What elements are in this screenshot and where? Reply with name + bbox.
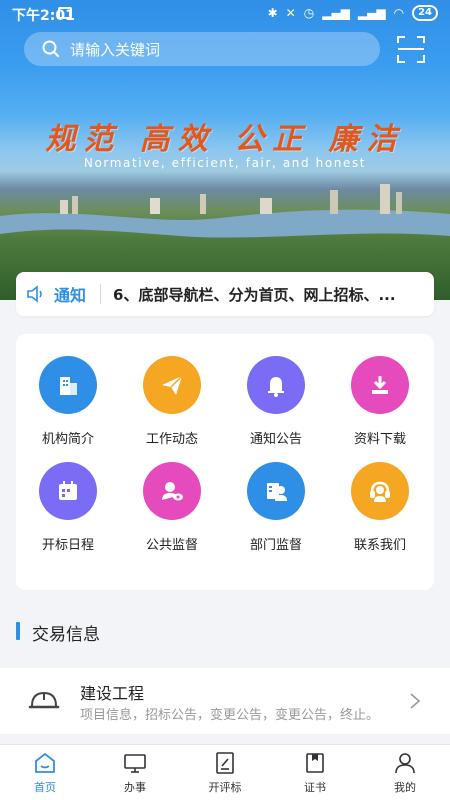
scan-icon[interactable] — [396, 34, 426, 64]
grid-item-public-supervision[interactable]: 公共监督 — [120, 462, 224, 553]
building-icon — [39, 356, 97, 414]
download-icon — [351, 356, 409, 414]
list-item-construction[interactable]: 建设工程 项目信息，招标公告，变更公告，变更公告，终止。 — [0, 668, 450, 734]
person-eye-icon — [143, 462, 201, 520]
headset-icon — [351, 462, 409, 520]
grid-item-org-intro[interactable]: 机构简介 — [16, 356, 120, 447]
tab-home[interactable]: 首页 — [0, 751, 90, 795]
hard-hat-icon — [28, 691, 60, 709]
signal-icon-2: ▂▄▆ — [357, 6, 386, 20]
tab-profile[interactable]: 我的 — [360, 751, 450, 795]
calendar-icon — [39, 462, 97, 520]
search-input[interactable]: 请输入关键词 — [70, 39, 160, 60]
search-icon — [42, 40, 59, 57]
grid-label: 机构简介 — [41, 432, 94, 447]
grid-label: 工作动态 — [145, 432, 198, 447]
grid-item-bid-schedule[interactable]: 开标日程 — [16, 462, 120, 553]
list-item-subtitle: 项目信息，招标公告，变更公告，变更公告，终止。 — [80, 708, 380, 723]
monitor-icon — [124, 754, 146, 773]
section-title: 交易信息 — [32, 625, 100, 645]
chevron-right-icon — [410, 693, 421, 709]
tab-services[interactable]: 办事 — [90, 751, 180, 795]
grid-label: 资料下载 — [353, 432, 406, 447]
grid-label: 通知公告 — [249, 432, 302, 447]
signal-icon: ▂▄▆ — [322, 6, 350, 20]
banner-slogan-en: Normative, efficient, fair, and honest — [83, 156, 367, 170]
list-item-title: 建设工程 — [80, 684, 145, 703]
notice-label: 通知 — [54, 286, 87, 305]
user-icon — [395, 753, 415, 774]
paper-plane-icon — [143, 356, 201, 414]
alarm-icon: ◷ — [303, 6, 315, 20]
section-accent-bar — [16, 622, 20, 640]
banner-slogan: 规范 高效 公正 廉洁 — [45, 122, 405, 157]
wifi-icon: ◠ — [393, 6, 405, 20]
certificate-icon — [306, 753, 324, 773]
tab-certificates[interactable]: 证书 — [270, 751, 360, 795]
bottom-tab-bar: 首页 办事 开评标 证书 我的 — [0, 744, 450, 800]
home-icon — [35, 752, 55, 773]
grid-label: 部门监督 — [249, 538, 302, 553]
image-notification-icon — [58, 7, 72, 19]
grid-item-work-news[interactable]: 工作动态 — [120, 356, 224, 447]
tab-label: 首页 — [34, 781, 56, 794]
battery-icon: 24 — [412, 5, 438, 21]
search-bar[interactable]: 请输入关键词 — [24, 32, 380, 66]
city-skyline — [60, 184, 402, 214]
grid-item-contact-us[interactable]: 联系我们 — [328, 462, 432, 553]
edit-doc-icon — [216, 752, 234, 774]
bluetooth-icon: ✱ — [267, 6, 278, 20]
tab-label: 证书 — [304, 781, 326, 794]
notice-text[interactable]: 6、底部导航栏、分为首页、网上招标、... — [113, 284, 413, 305]
grid-label: 联系我们 — [353, 538, 406, 553]
grid-item-downloads[interactable]: 资料下载 — [328, 356, 432, 447]
notice-bar[interactable]: 通知 6、底部导航栏、分为首页、网上招标、... — [16, 272, 434, 316]
tab-label: 我的 — [394, 781, 416, 794]
grid-label: 公共监督 — [145, 538, 198, 553]
status-bar: 下午2:01 ✱ ✕ ◷ ▂▄▆ ▂▄▆ ◠ 24 — [0, 0, 450, 28]
speaker-icon — [27, 285, 42, 303]
bell-icon — [247, 356, 305, 414]
grid-label: 开标日程 — [41, 538, 94, 553]
grid-item-dept-supervision[interactable]: 部门监督 — [224, 462, 328, 553]
status-icons: ✱ ✕ ◷ ▂▄▆ ▂▄▆ ◠ 24 — [268, 5, 438, 21]
mute-icon: ✕ — [285, 6, 296, 20]
notice-divider — [100, 284, 102, 304]
feature-grid: 机构简介 工作动态 通知公告 资料下载 开标日程 公共监督 部门监督 联系我们 — [16, 334, 434, 590]
grid-item-notices[interactable]: 通知公告 — [224, 356, 328, 447]
tab-bid-evaluation[interactable]: 开评标 — [180, 751, 270, 795]
id-card-icon — [247, 462, 305, 520]
tab-label: 办事 — [124, 781, 146, 794]
tab-label: 开评标 — [208, 781, 242, 794]
